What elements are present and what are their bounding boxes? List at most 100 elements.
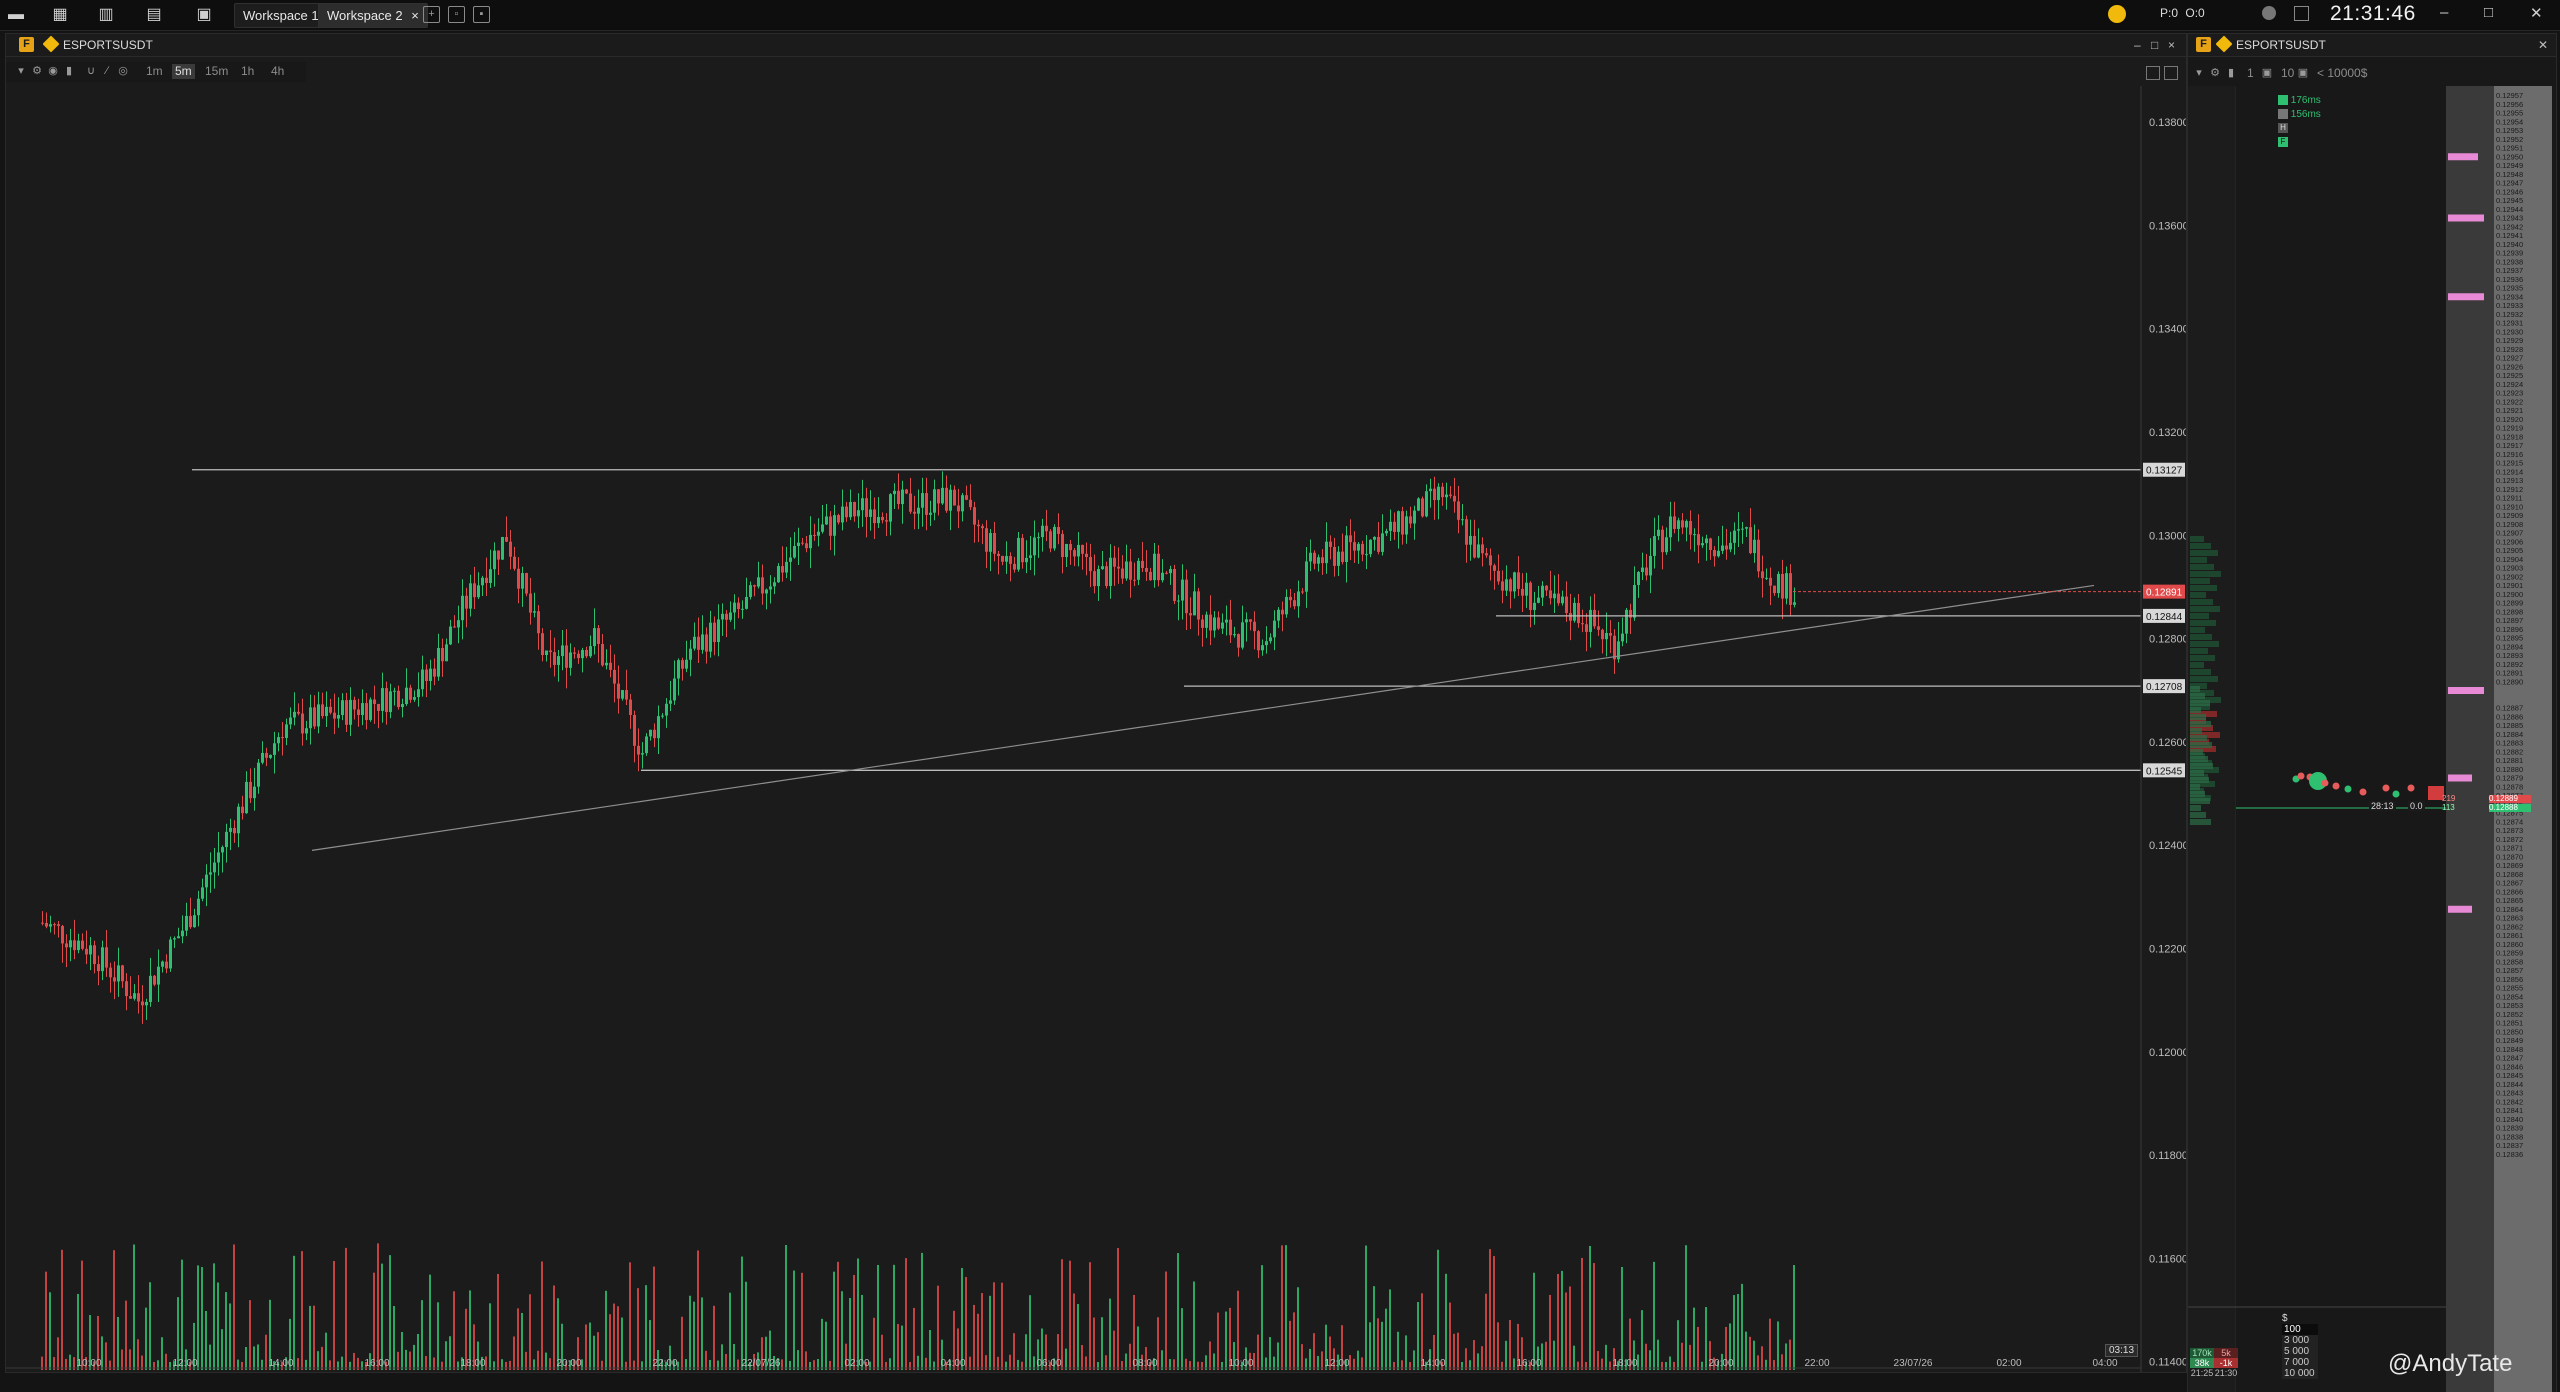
order-size-4[interactable]: 7 000 bbox=[2282, 1357, 2318, 1368]
panel-close-button[interactable]: × bbox=[2168, 38, 2175, 52]
tab-workspace-2[interactable]: Workspace 2 × bbox=[318, 3, 428, 28]
candle bbox=[1581, 623, 1584, 625]
volume-bar bbox=[681, 1316, 683, 1370]
best-ask-price[interactable]: 0.12889 bbox=[2489, 795, 2531, 803]
volume-bar bbox=[509, 1360, 511, 1370]
menu-icon[interactable]: ▾ bbox=[14, 64, 28, 78]
app-logo-icon[interactable]: ▬ bbox=[6, 5, 26, 25]
chart-layout-icon[interactable] bbox=[2164, 66, 2178, 80]
timeframe-4h[interactable]: 4h bbox=[268, 64, 287, 79]
copy-tab-icon[interactable]: ▫ bbox=[448, 6, 465, 23]
dom-filter-icon[interactable]: ▣ bbox=[2296, 66, 2310, 80]
dom-trash-icon[interactable]: ▮ bbox=[2224, 66, 2238, 80]
timeframe-5m[interactable]: 5m bbox=[172, 64, 195, 79]
hotkey-f[interactable]: F bbox=[2278, 137, 2288, 148]
order-size-1[interactable]: 100 bbox=[2282, 1324, 2318, 1335]
eye-icon[interactable]: ◎ bbox=[116, 64, 130, 78]
dom-price-level: 0.12941 bbox=[2496, 231, 2523, 240]
magnet-icon[interactable]: ∪ bbox=[84, 64, 98, 78]
candle bbox=[665, 703, 668, 716]
exchange-logo-icon[interactable] bbox=[2108, 5, 2126, 23]
close-tab-icon[interactable]: × bbox=[411, 8, 419, 23]
timeframe-1h[interactable]: 1h bbox=[238, 64, 257, 79]
candle bbox=[1017, 537, 1020, 570]
timeframe-1m[interactable]: 1m bbox=[143, 64, 166, 79]
candle bbox=[1129, 561, 1132, 580]
drawings[interactable] bbox=[192, 469, 2141, 851]
settings-icon[interactable]: ⚙ bbox=[30, 64, 44, 78]
candle bbox=[289, 717, 292, 725]
notes-icon[interactable]: ▣ bbox=[194, 5, 214, 25]
screenshot-icon[interactable] bbox=[2294, 6, 2309, 21]
dom-step-1[interactable]: 1 bbox=[2244, 66, 2257, 81]
best-bid-price[interactable]: 0.12888 bbox=[2489, 804, 2531, 812]
volume-bar bbox=[241, 1361, 243, 1370]
dom-symbol[interactable]: ESPORTSUSDT bbox=[2236, 37, 2326, 53]
dom-price-level: 0.12886 bbox=[2496, 712, 2523, 721]
dom-settings-icon[interactable]: ⚙ bbox=[2208, 66, 2222, 80]
candle bbox=[553, 652, 556, 665]
volume-bar bbox=[1777, 1321, 1779, 1370]
price-chart[interactable]: 0.13800 0.13600 0.13400 0.13200 0.13000 0.128… bbox=[6, 86, 2186, 1372]
dom-icon[interactable]: ▤ bbox=[144, 5, 164, 25]
maximize-window-button[interactable]: □ bbox=[2484, 4, 2493, 21]
volume-bar bbox=[813, 1360, 815, 1370]
volume-bar bbox=[1737, 1294, 1739, 1370]
cluster-cell bbox=[2190, 791, 2205, 797]
candle bbox=[793, 546, 796, 558]
alert-icon[interactable]: ◉ bbox=[46, 64, 60, 78]
hotkey-h[interactable]: H bbox=[2278, 123, 2288, 134]
panel-minimize-button[interactable]: – bbox=[2134, 38, 2141, 52]
volume-bar bbox=[713, 1305, 715, 1370]
candle bbox=[933, 489, 936, 513]
timeframe-15m[interactable]: 15m bbox=[202, 64, 231, 79]
save-layout-icon[interactable]: ▪ bbox=[473, 6, 490, 23]
dom-ladder[interactable]: 0.129570.129560.129550.129540.129530.129… bbox=[2188, 86, 2556, 1392]
candle bbox=[265, 752, 268, 758]
brush-icon[interactable]: ∕ bbox=[100, 64, 114, 78]
volume-bar bbox=[345, 1247, 347, 1370]
candle bbox=[153, 975, 156, 985]
dom-menu-icon[interactable]: ▾ bbox=[2192, 66, 2206, 80]
candle bbox=[269, 754, 272, 758]
cluster-chart-icon[interactable]: ▥ bbox=[96, 5, 116, 25]
dom-min-size[interactable]: < 10000$ bbox=[2314, 66, 2370, 81]
dom-price-level: 0.12873 bbox=[2496, 826, 2523, 835]
candle bbox=[1157, 553, 1160, 581]
volume-bar bbox=[1573, 1345, 1575, 1370]
volume-bar bbox=[1297, 1287, 1299, 1370]
panel-maximize-button[interactable]: □ bbox=[2151, 38, 2158, 52]
volume-bar bbox=[153, 1361, 155, 1370]
candle bbox=[1301, 591, 1304, 593]
volume-bar bbox=[617, 1306, 619, 1370]
binance-icon bbox=[42, 35, 60, 53]
volume-bar bbox=[1681, 1342, 1683, 1370]
chart-symbol[interactable]: ESPORTSUSDT bbox=[63, 37, 153, 53]
add-tab-icon[interactable]: + bbox=[423, 6, 440, 23]
chart-export-icon[interactable] bbox=[2146, 66, 2160, 80]
dom-group-icon[interactable]: ▣ bbox=[2260, 66, 2274, 80]
trade-bubble bbox=[2297, 772, 2305, 780]
order-size-2[interactable]: 3 000 bbox=[2282, 1335, 2318, 1346]
cluster-cell bbox=[2190, 742, 2212, 748]
candle bbox=[121, 965, 124, 982]
candle bbox=[193, 915, 196, 928]
order-size-3[interactable]: 5 000 bbox=[2282, 1346, 2318, 1357]
dom-close-button[interactable]: ✕ bbox=[2538, 38, 2548, 52]
order-size-5[interactable]: 10 000 bbox=[2282, 1368, 2318, 1379]
volume-bar bbox=[529, 1294, 531, 1370]
info-icon[interactable] bbox=[2262, 6, 2276, 20]
tab-workspace-1[interactable]: Workspace 1 bbox=[234, 3, 328, 28]
trash-icon[interactable]: ▮ bbox=[62, 64, 76, 78]
latency-2: 156ms bbox=[2290, 109, 2321, 120]
chart-icon[interactable]: ▦ bbox=[50, 5, 70, 25]
dom-step-10[interactable]: 10 bbox=[2278, 66, 2297, 81]
candle bbox=[517, 568, 520, 589]
dom-price-level: 0.12844 bbox=[2496, 1080, 2523, 1089]
candle bbox=[1221, 622, 1224, 629]
volume-bar bbox=[1181, 1308, 1183, 1370]
cluster-cell bbox=[2190, 676, 2218, 682]
close-window-button[interactable]: ✕ bbox=[2530, 4, 2543, 22]
volume-bar bbox=[497, 1273, 499, 1370]
minimize-window-button[interactable]: – bbox=[2440, 4, 2448, 21]
